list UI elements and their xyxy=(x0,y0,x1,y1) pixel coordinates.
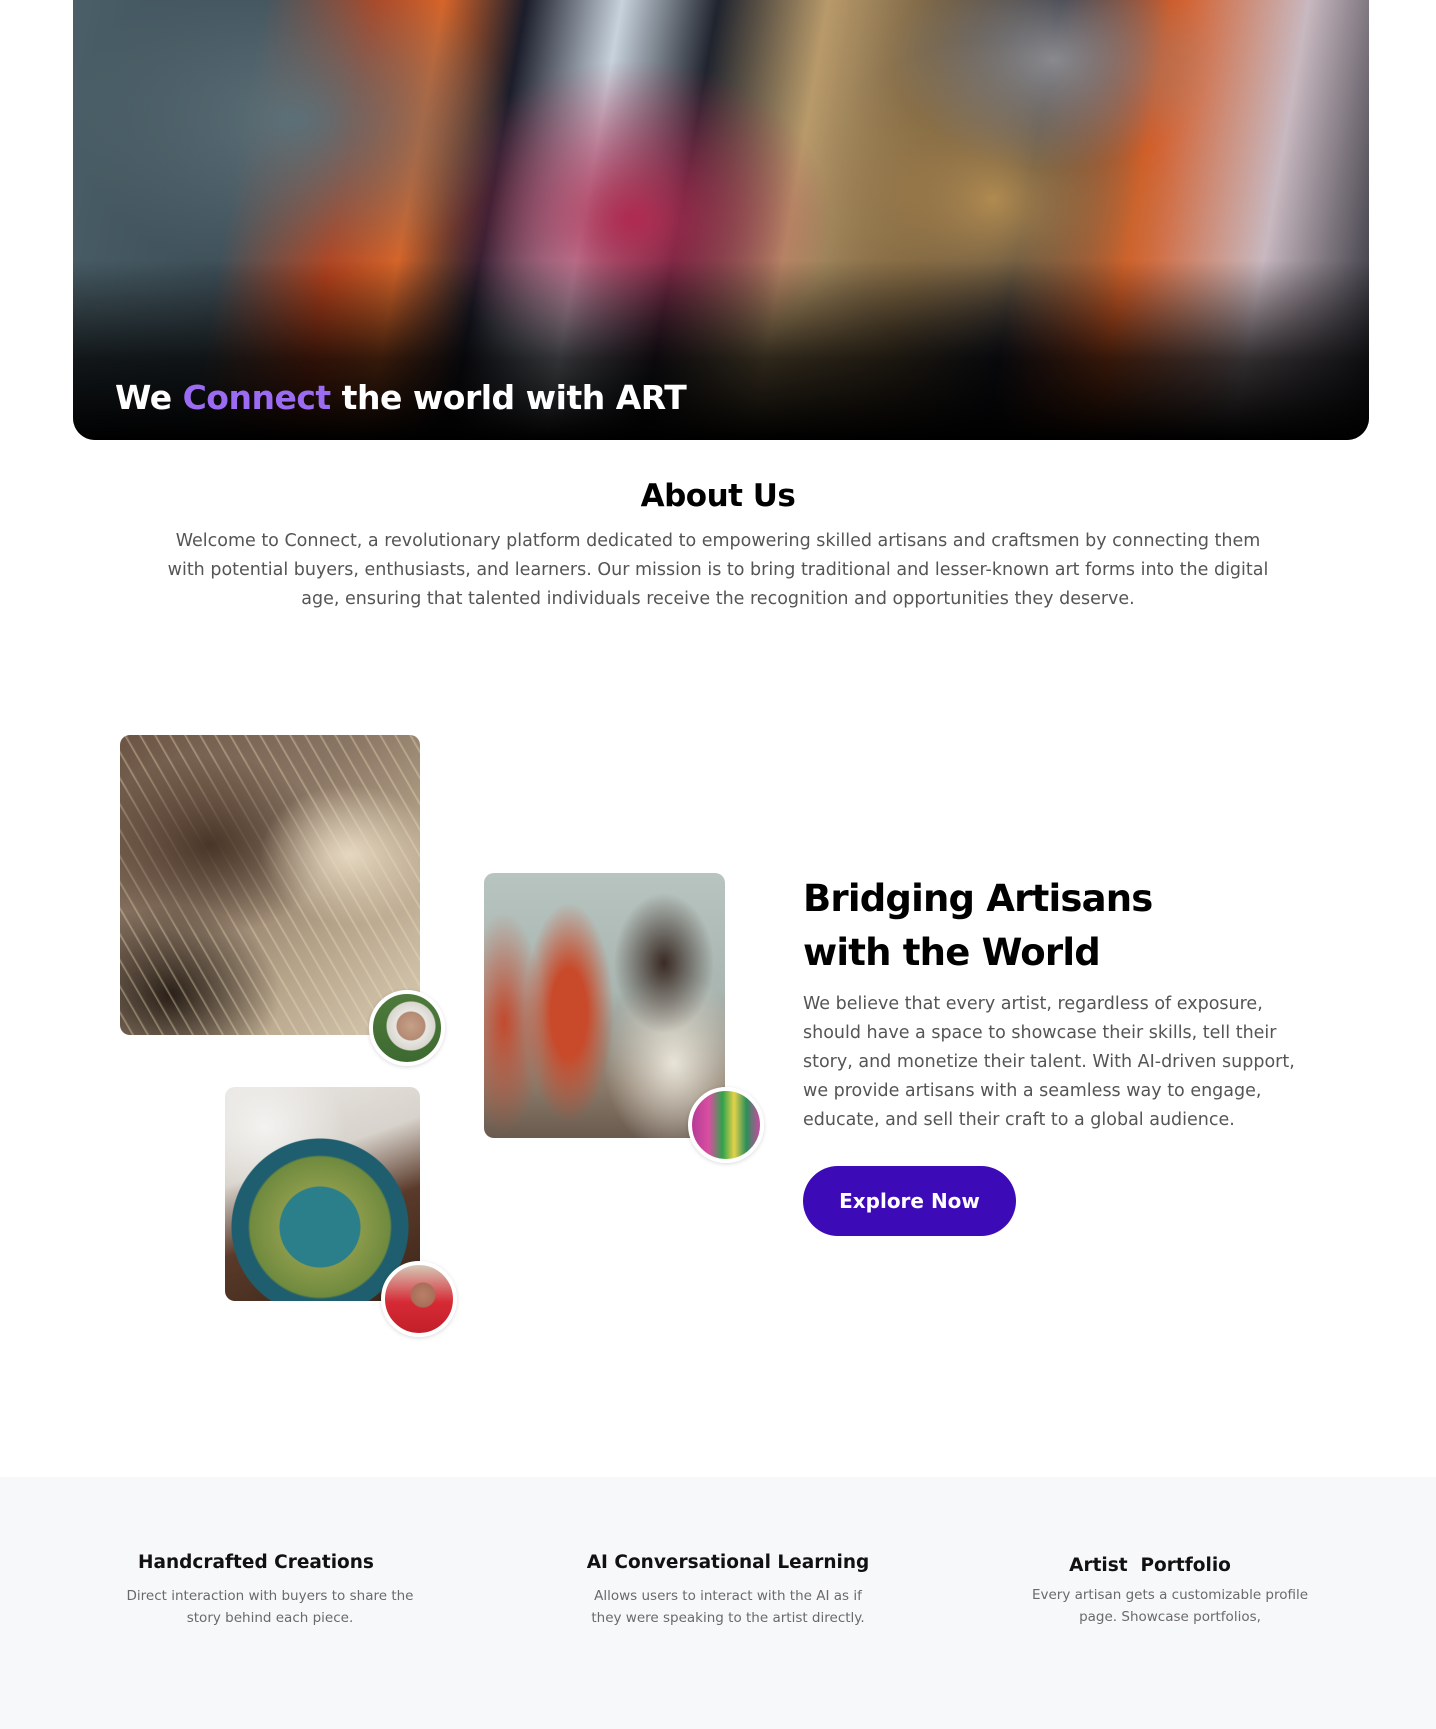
about-text: Welcome to Connect, a revolutionary plat… xyxy=(167,531,1269,609)
artisan-avatar-elder xyxy=(369,990,445,1066)
artisan-avatar-group xyxy=(688,1087,764,1163)
feature-text: Direct interaction with buyers to share … xyxy=(126,1588,414,1626)
hero-banner: We Connect the world with ART xyxy=(73,0,1369,440)
bridging-text: We believe that every artist, regardless… xyxy=(803,994,1295,1130)
explore-now-button[interactable]: Explore Now xyxy=(803,1166,1016,1236)
hero-title-after: the world with ART xyxy=(330,378,687,417)
basket-weaving-image xyxy=(120,735,420,1035)
feature-title: Handcrafted Creations xyxy=(138,1552,374,1573)
feature-card-portfolio: Artist Portfolio Every artisan gets a cu… xyxy=(1030,1555,1310,1628)
pottery-painting-image xyxy=(484,873,725,1138)
page: We Connect the world with ART About Us W… xyxy=(0,0,1436,1729)
feature-title: AI Conversational Learning xyxy=(586,1552,870,1573)
hero-title-before: We xyxy=(115,378,183,417)
artisan-avatar-woman xyxy=(381,1261,457,1337)
feature-title: Artist Portfolio xyxy=(1069,1555,1231,1576)
features-section: Handcrafted Creations Direct interaction… xyxy=(0,1477,1436,1729)
hero-title-accent: Connect xyxy=(182,378,332,417)
feature-text: Every artisan gets a customizable profil… xyxy=(1031,1587,1309,1625)
feature-card-ai-learning: AI Conversational Learning Allows users … xyxy=(578,1552,878,1629)
bridging-title-line1: Bridging Artisans xyxy=(803,877,1153,920)
hero-title: We Connect the world with ART xyxy=(115,378,687,417)
feature-text: Allows users to interact with the AI as … xyxy=(591,1588,865,1626)
bridging-title: Bridging Artisans with the World xyxy=(803,872,1283,980)
feature-card-handcrafted: Handcrafted Creations Direct interaction… xyxy=(120,1552,420,1629)
about-title: About Us xyxy=(640,478,796,514)
bridging-title-line2: with the World xyxy=(803,931,1101,974)
plate-painting-image xyxy=(225,1087,420,1301)
